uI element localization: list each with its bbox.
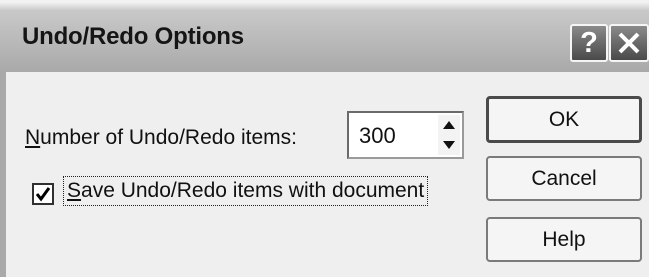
undo-items-label: Number of Undo/Redo items: (25, 126, 297, 150)
stepper-decrement-button[interactable] (438, 135, 460, 155)
save-with-document-label[interactable]: Save Undo/Redo items with document (63, 176, 429, 206)
undo-items-label-text: umber of Undo/Redo items: (40, 126, 297, 149)
title-bar[interactable]: Undo/Redo Options ? (0, 2, 649, 72)
arrow-down-icon (443, 141, 455, 149)
ok-button[interactable]: OK (486, 96, 642, 143)
undo-items-value[interactable]: 300 (359, 123, 396, 149)
arrow-up-icon (443, 121, 455, 129)
stepper-buttons (438, 115, 460, 155)
save-label-text: ave Undo/Redo items with document (81, 179, 425, 202)
close-icon (618, 32, 640, 54)
question-mark-icon: ? (580, 26, 598, 59)
save-label-accel: S (67, 179, 82, 202)
undo-items-label-accel: N (25, 126, 41, 149)
undo-items-stepper[interactable]: 300 (347, 111, 464, 159)
title-help-button[interactable]: ? (570, 24, 608, 62)
dialog-title: Undo/Redo Options (22, 23, 244, 50)
save-with-document-checkbox[interactable] (32, 183, 54, 205)
title-close-button[interactable] (609, 24, 649, 62)
help-button[interactable]: Help (486, 217, 642, 262)
undo-redo-options-dialog: Undo/Redo Options ? Number of Undo/Redo … (0, 0, 649, 277)
cancel-button[interactable]: Cancel (486, 156, 642, 201)
dialog-body: Number of Undo/Redo items: 300 Save Undo… (0, 72, 649, 277)
stepper-increment-button[interactable] (438, 115, 460, 135)
checkmark-icon (35, 187, 51, 202)
